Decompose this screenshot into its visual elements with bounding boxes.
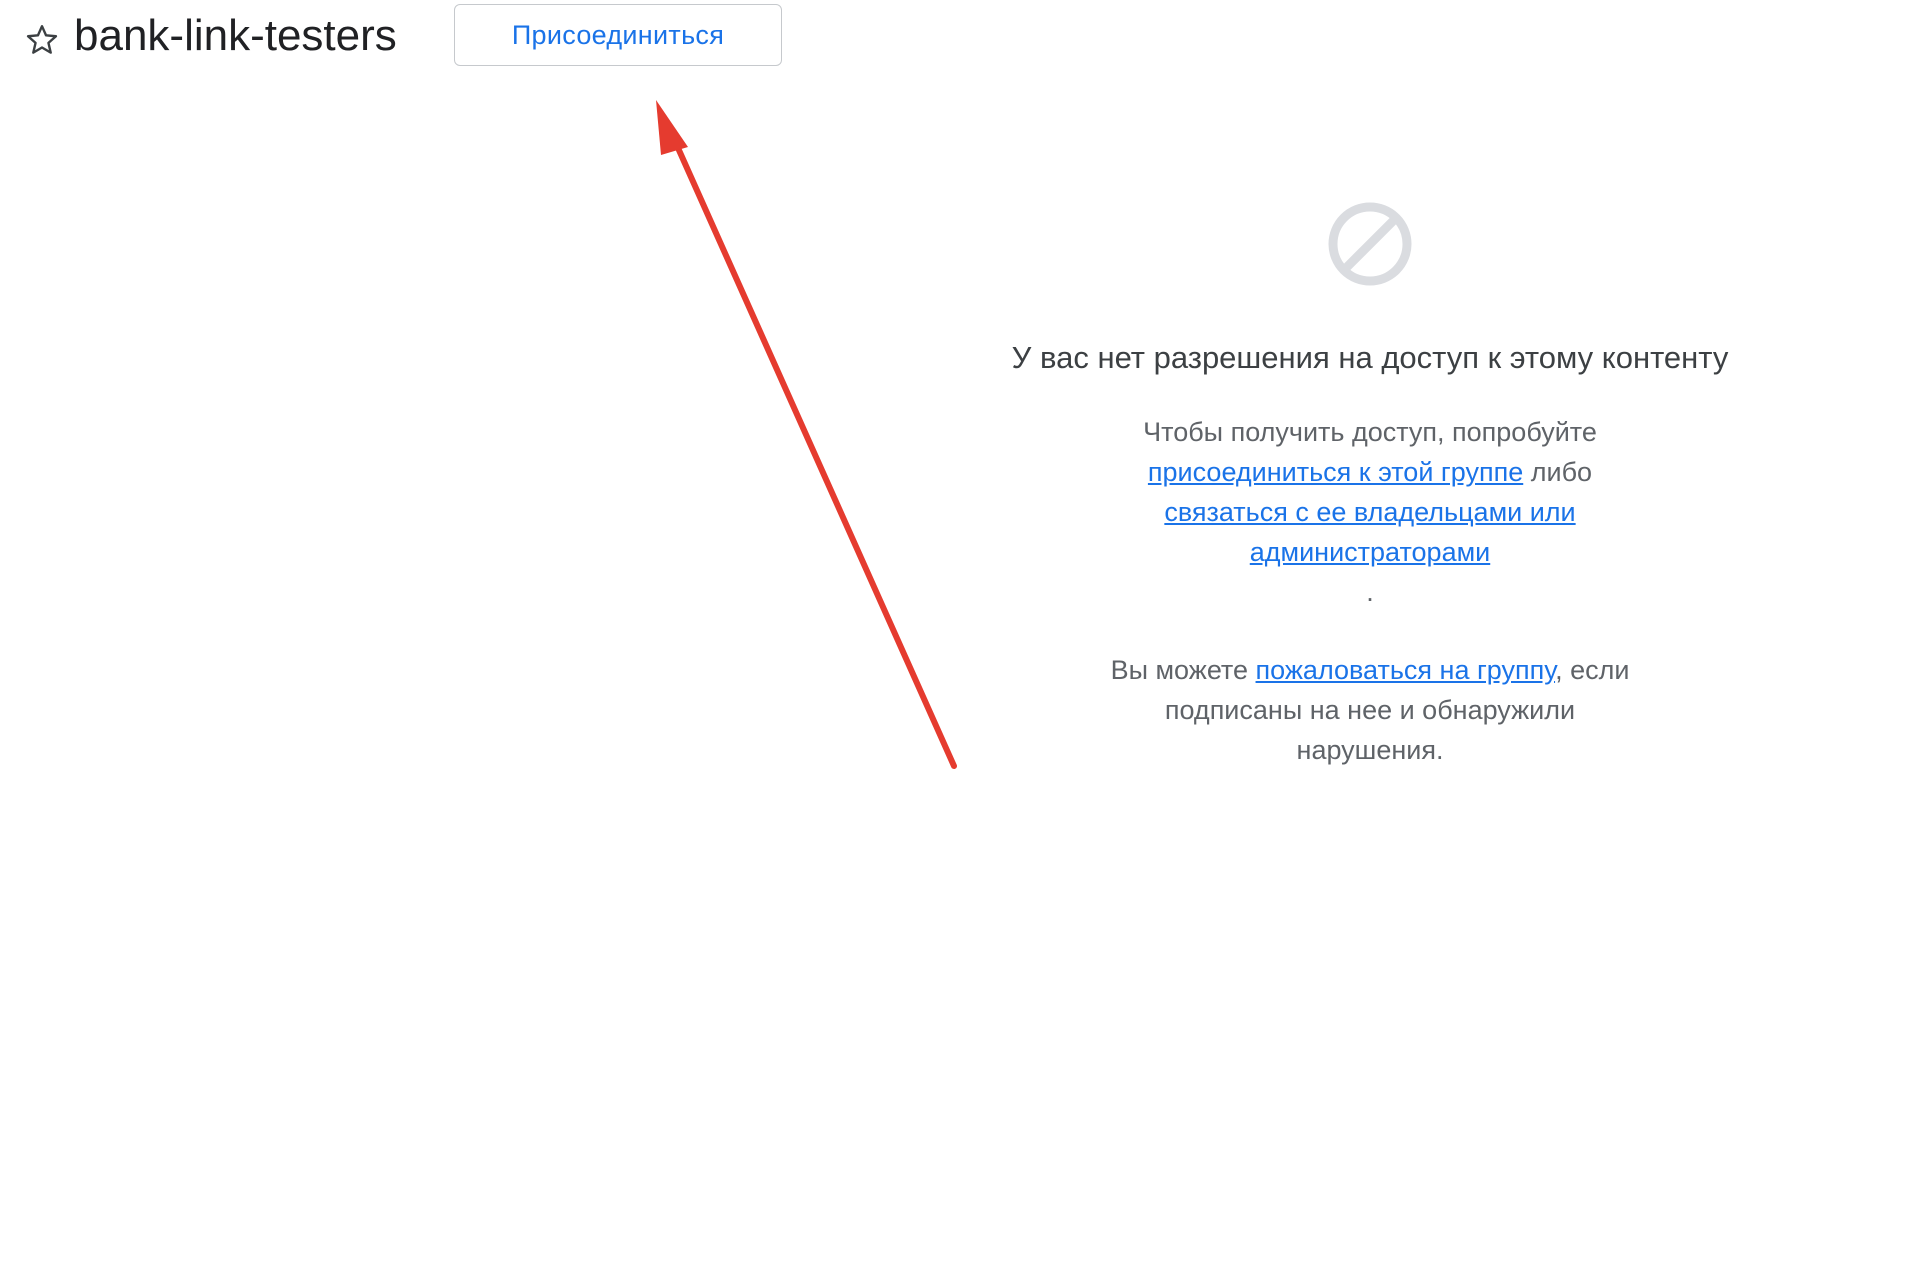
access-prefix-text: Чтобы получить доступ, попробуйте — [1143, 417, 1597, 447]
contact-owners-link[interactable]: связаться с ее владельцами или администр… — [1164, 497, 1575, 567]
star-icon[interactable] — [24, 22, 60, 58]
group-header: bank-link-testers Присоединиться — [0, 0, 1928, 90]
no-access-icon — [1328, 202, 1412, 286]
group-title: bank-link-testers — [74, 11, 397, 60]
report-group-link[interactable]: пожаловаться на группу — [1256, 655, 1556, 685]
access-instructions: Чтобы получить доступ, попробуйте присое… — [1100, 412, 1640, 612]
join-group-button[interactable]: Присоединиться — [454, 4, 782, 66]
period-text: . — [1366, 577, 1374, 607]
or-text: либо — [1530, 457, 1593, 487]
no-access-heading: У вас нет разрешения на доступ к этому к… — [1011, 340, 1729, 375]
report-instructions: Вы можете пожаловаться на группу, если п… — [1100, 650, 1640, 770]
report-prefix-text: Вы можете — [1110, 655, 1249, 685]
no-access-message: У вас нет разрешения на доступ к этому к… — [970, 200, 1770, 770]
join-group-link[interactable]: присоединиться к этой группе — [1148, 457, 1523, 487]
